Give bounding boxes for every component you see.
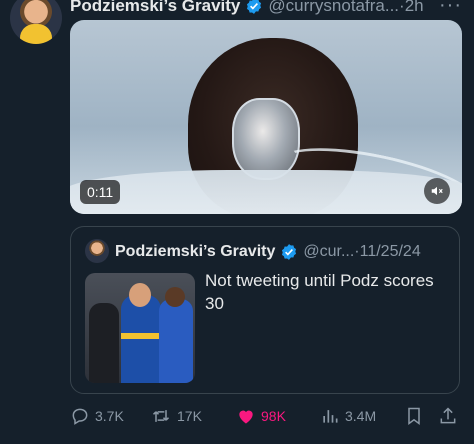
view-count: 3.4M [345, 408, 377, 424]
mute-toggle-button[interactable] [424, 178, 450, 204]
heart-filled-icon [239, 410, 253, 424]
video-duration: 0:11 [80, 180, 121, 204]
share-icon [440, 407, 456, 424]
bookmark-icon [408, 407, 420, 425]
retweet-button[interactable]: 17K [150, 406, 202, 426]
views-button[interactable]: 3.4M [320, 406, 376, 426]
quoted-tweet-text: Not tweeting until Podz scores 30 [205, 271, 434, 313]
quoted-tweet-header: Podziemski’s Gravity @cur... · 11/25/24 [115, 241, 451, 263]
views-chart-icon [323, 410, 338, 423]
quoted-author-avatar [85, 239, 109, 263]
retweet-icon [152, 410, 170, 422]
reply-icon [72, 408, 88, 425]
author-display-name[interactable]: Podziemski’s Gravity [70, 0, 240, 16]
like-count: 98K [261, 408, 286, 424]
quoted-tweet-image[interactable] [85, 273, 195, 383]
quoted-tweet-date: 11/25/24 [359, 243, 421, 260]
reply-button[interactable]: 3.7K [70, 406, 124, 426]
quoted-tweet[interactable]: Podziemski’s Gravity @cur... · 11/25/24 … [70, 226, 460, 394]
bookmark-button[interactable] [404, 405, 424, 427]
video-player[interactable]: 0:11 [70, 20, 462, 214]
retweet-count: 17K [177, 408, 202, 424]
tweet-time[interactable]: 2h [405, 0, 424, 16]
quoted-author-display-name: Podziemski’s Gravity [115, 243, 276, 260]
tweet-header: Podziemski’s Gravity @currysnotafra... ·… [70, 0, 474, 18]
share-button[interactable] [438, 405, 458, 427]
quoted-author-handle: @cur... [303, 243, 355, 260]
like-button[interactable]: 98K [236, 406, 286, 426]
author-handle[interactable]: @currysnotafra... [268, 0, 399, 16]
tweet-action-bar: 3.7K 17K 98K 3.4M [70, 404, 468, 428]
speaker-muted-icon [431, 186, 443, 196]
author-avatar[interactable] [10, 0, 62, 44]
quoted-verified-badge-icon [282, 244, 297, 260]
reply-count: 3.7K [95, 408, 124, 424]
verified-badge-icon [247, 0, 262, 14]
video-frame-sheet [70, 170, 462, 214]
more-options-icon[interactable]: ··· [439, 0, 462, 17]
